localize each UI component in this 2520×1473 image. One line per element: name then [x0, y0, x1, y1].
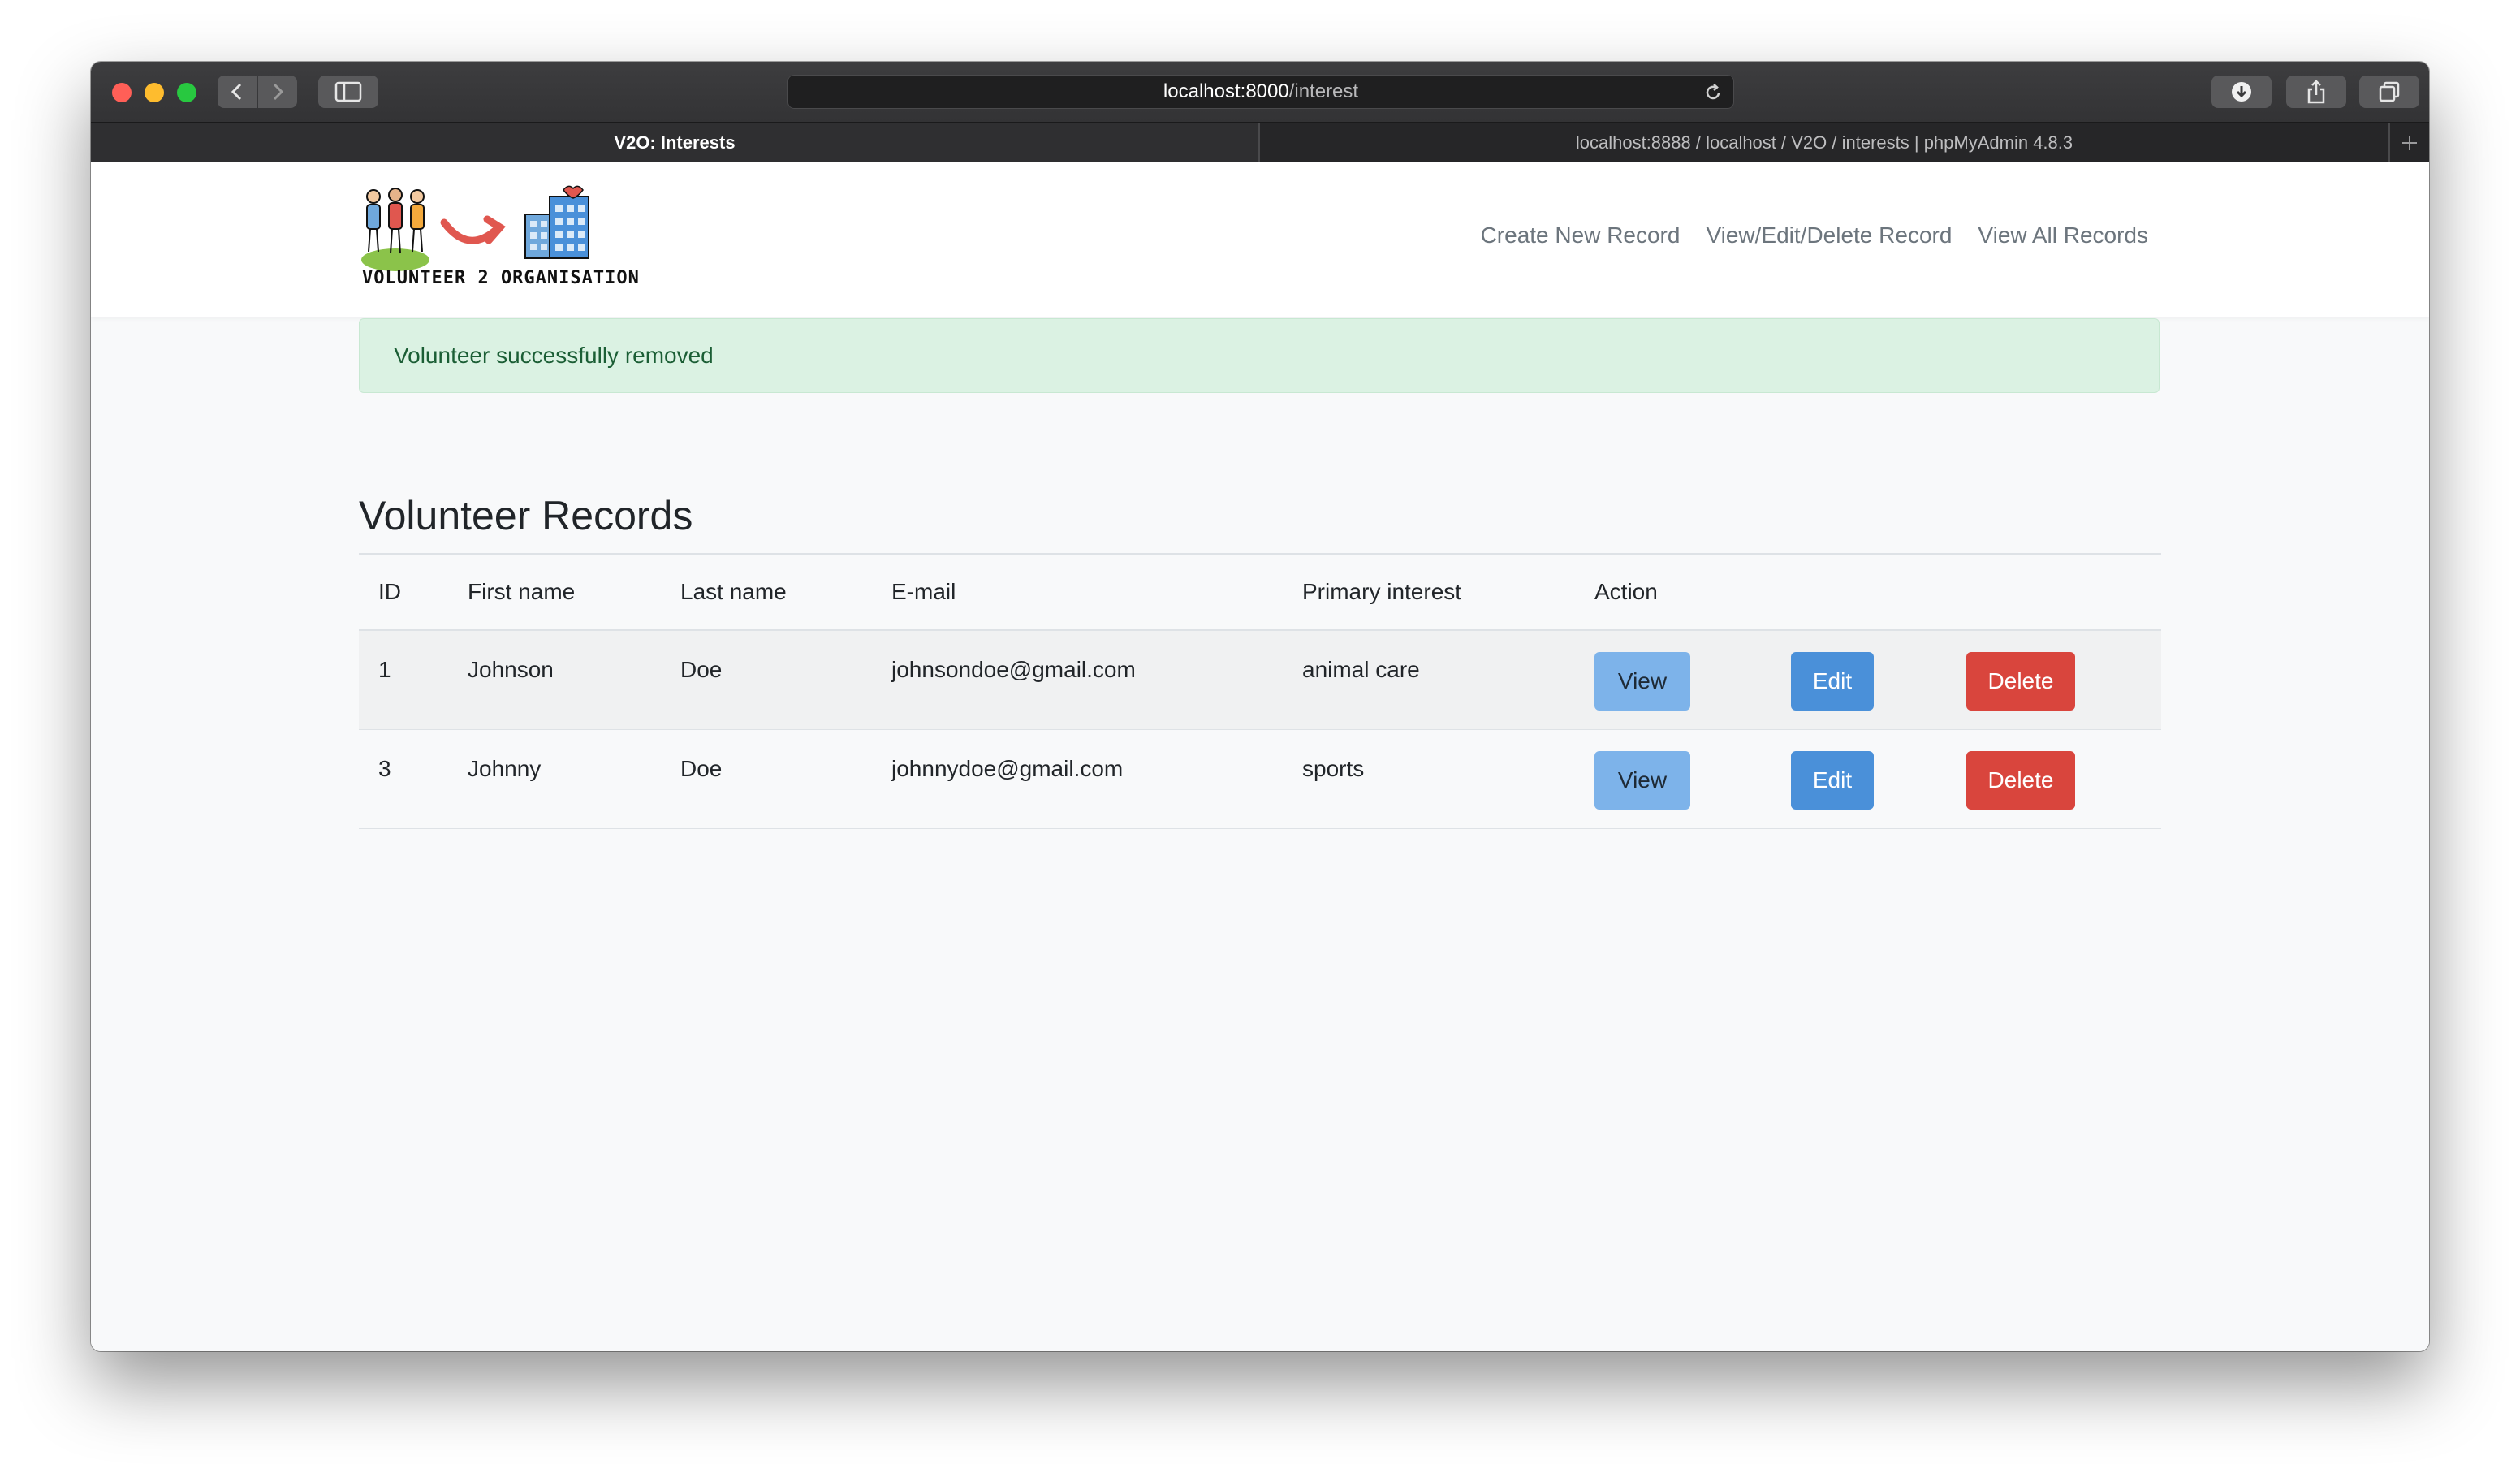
nav-create-record[interactable]: Create New Record — [1481, 222, 1681, 248]
edit-button[interactable]: Edit — [1791, 652, 1874, 711]
view-button[interactable]: View — [1594, 750, 1690, 810]
delete-button[interactable]: Delete — [1966, 750, 2075, 810]
share-icon — [2307, 80, 2325, 104]
address-host: localhost:8000 — [1163, 80, 1289, 102]
browser-window: localhost:8000/interest V2O: Interests l… — [91, 62, 2429, 1351]
plus-icon — [2402, 136, 2417, 150]
cell-email: johnsondoe@gmail.com — [891, 657, 1136, 682]
nav-view-edit-delete-record[interactable]: View/Edit/Delete Record — [1706, 222, 1952, 248]
table-row: 3 Johnny Doe johnnydoe@gmail.com sports … — [359, 729, 2161, 828]
success-alert: Volunteer successfully removed — [359, 318, 2160, 393]
cell-email: johnnydoe@gmail.com — [891, 755, 1124, 781]
address-bar[interactable]: localhost:8000/interest — [788, 75, 1734, 109]
reload-icon[interactable] — [1703, 83, 1723, 102]
back-button[interactable] — [218, 76, 257, 108]
downloads-button[interactable] — [2211, 76, 2272, 108]
cell-last-name: Doe — [680, 755, 723, 781]
cell-last-name: Doe — [680, 657, 723, 682]
tabs-overview-button[interactable] — [2359, 76, 2419, 108]
browser-toolbar: localhost:8000/interest — [91, 62, 2429, 122]
nav-view-all-records[interactable]: View All Records — [1978, 222, 2148, 248]
logo-text: VOLUNTEER 2 ORGANISATION — [362, 268, 640, 288]
cell-id: 1 — [378, 657, 391, 682]
site-navbar: VOLUNTEER 2 ORGANISATION Create New Reco… — [91, 162, 2429, 317]
column-header-last-name: Last name — [680, 579, 787, 604]
delete-button[interactable]: Delete — [1966, 652, 2075, 711]
chevron-left-icon — [231, 83, 242, 101]
cell-first-name: Johnny — [468, 755, 542, 781]
minimize-window-button[interactable] — [145, 83, 164, 102]
forward-button[interactable] — [258, 76, 297, 108]
cell-primary-interest: sports — [1302, 755, 1365, 781]
column-header-email: E-mail — [891, 579, 956, 604]
column-header-action: Action — [1594, 579, 1658, 604]
sidebar-toggle-button[interactable] — [318, 76, 378, 108]
cell-primary-interest: animal care — [1302, 657, 1420, 682]
tabs-icon — [2379, 81, 2400, 102]
cell-first-name: Johnson — [468, 657, 554, 682]
share-button[interactable] — [2286, 76, 2346, 108]
alert-message: Volunteer successfully removed — [394, 343, 714, 368]
table-row: 1 Johnson Doe johnsondoe@gmail.com anima… — [359, 630, 2161, 729]
page-title: Volunteer Records — [359, 493, 693, 538]
new-tab-button[interactable] — [2390, 123, 2429, 163]
column-header-id: ID — [378, 579, 401, 604]
view-button[interactable]: View — [1594, 652, 1690, 711]
tab-bar: V2O: Interests localhost:8888 / localhos… — [91, 122, 2429, 163]
edit-button[interactable]: Edit — [1791, 750, 1874, 810]
sidebar-icon — [334, 81, 362, 102]
page-content: VOLUNTEER 2 ORGANISATION Create New Reco… — [91, 162, 2429, 1351]
tab-phpmyadmin[interactable]: localhost:8888 / localhost / V2O / inter… — [1260, 123, 2388, 163]
table-header-row: ID First name Last name E-mail Primary i… — [359, 554, 2161, 630]
zoom-window-button[interactable] — [177, 83, 196, 102]
column-header-first-name: First name — [468, 579, 576, 604]
volunteer-records-table: ID First name Last name E-mail Primary i… — [359, 553, 2161, 829]
nav-links: Create New Record View/Edit/Delete Recor… — [1481, 222, 2148, 248]
address-path: /interest — [1288, 80, 1359, 102]
download-icon — [2232, 82, 2251, 102]
column-header-primary-interest: Primary interest — [1302, 579, 1462, 604]
close-window-button[interactable] — [112, 83, 132, 102]
chevron-right-icon — [273, 83, 284, 101]
tab-v2o-interests[interactable]: V2O: Interests — [91, 123, 1258, 163]
cell-id: 3 — [378, 755, 391, 781]
